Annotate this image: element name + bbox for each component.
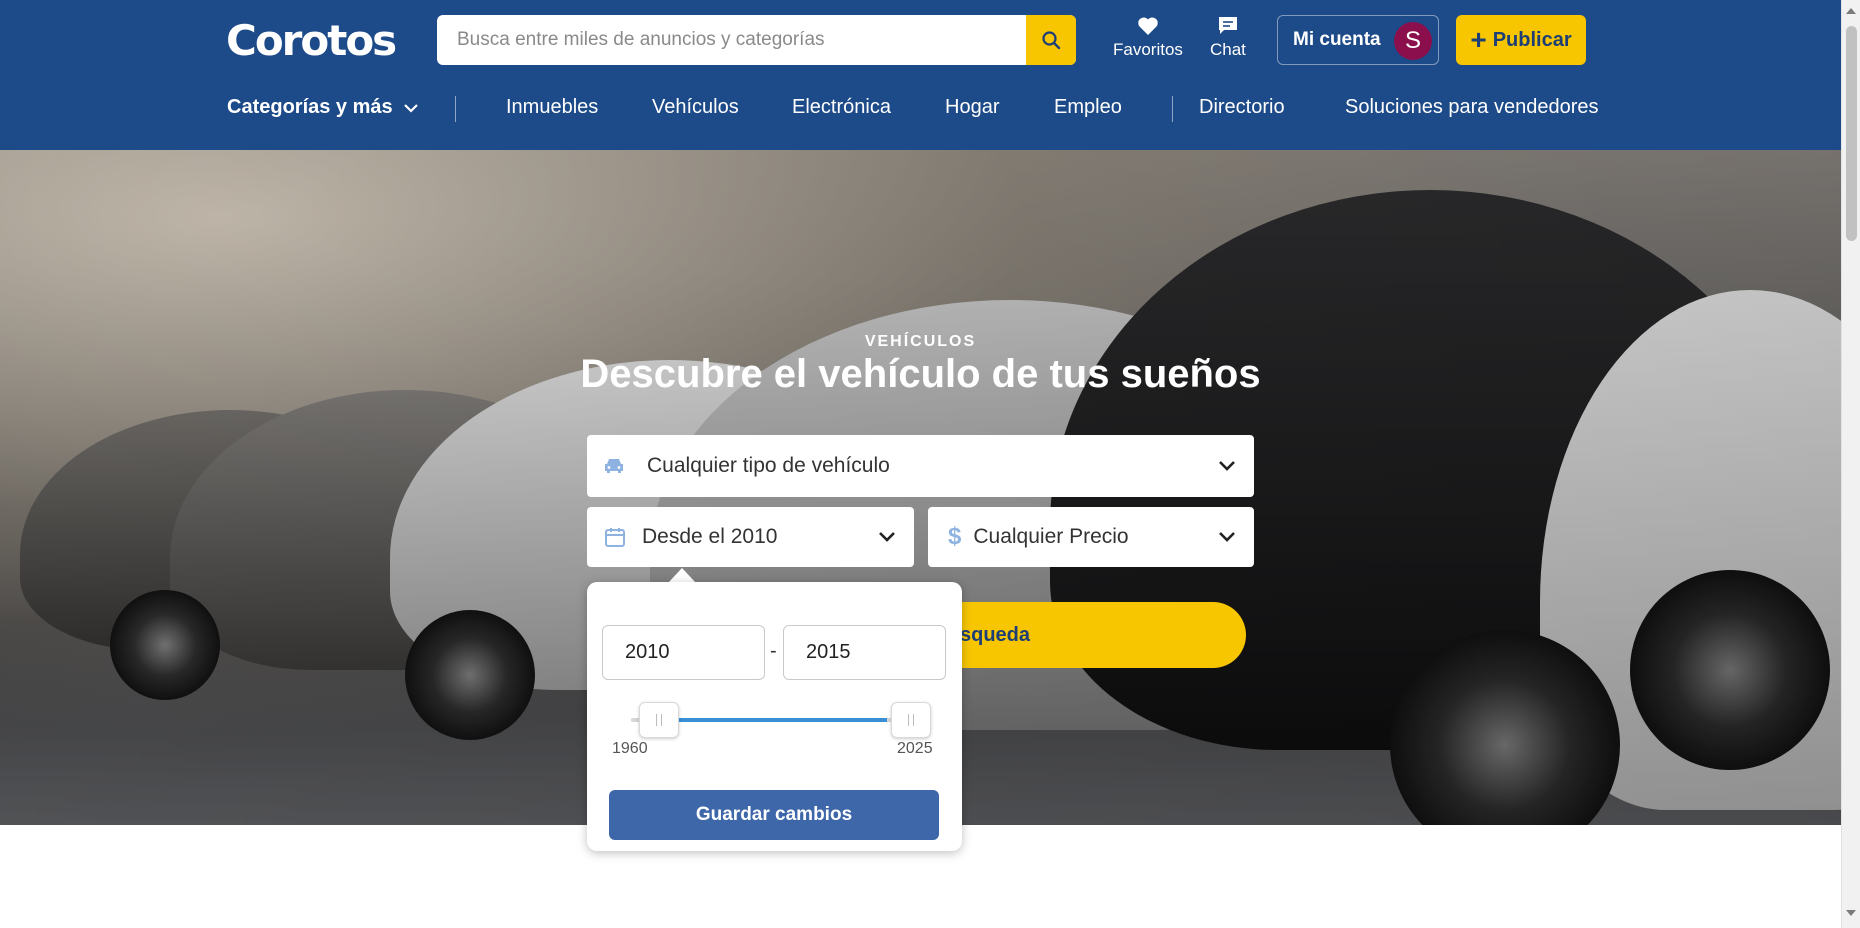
categories-dropdown[interactable]: Categorías y más [227, 96, 419, 119]
favorites-label: Favoritos [1113, 40, 1183, 59]
nav-divider [1172, 96, 1173, 122]
range-separator: - [770, 640, 777, 662]
year-filter-value: Desde el 2010 [642, 525, 778, 548]
scroll-up-arrow-icon[interactable] [1846, 8, 1856, 14]
search-icon [1042, 31, 1061, 50]
slider-fill [659, 718, 887, 722]
price-filter-select[interactable]: $ Cualquier Precio [928, 507, 1254, 567]
categories-label: Categorías y más [227, 96, 393, 118]
year-filter-select[interactable]: Desde el 2010 [587, 507, 914, 567]
chevron-down-icon [879, 532, 895, 542]
publish-label: Publicar [1492, 28, 1572, 51]
scroll-down-arrow-icon[interactable] [1846, 910, 1856, 916]
hero-kicker: VEHÍCULOS [864, 333, 977, 350]
save-changes-button[interactable]: Guardar cambios [609, 790, 939, 840]
nav-item-vehiculos[interactable]: Vehículos [652, 96, 739, 119]
nav-item-inmuebles[interactable]: Inmuebles [506, 96, 598, 119]
favorites-link[interactable]: Favoritos [1113, 14, 1183, 60]
main-nav: Categorías y más Inmuebles Vehículos Ele… [0, 96, 1841, 132]
range-max-label: 2025 [897, 740, 933, 757]
avatar: S [1394, 22, 1432, 60]
scroll-thumb[interactable] [1846, 26, 1857, 241]
popover-caret [668, 568, 696, 583]
calendar-icon [605, 528, 625, 547]
search-button[interactable] [1026, 15, 1076, 65]
page-scrollbar[interactable] [1841, 0, 1860, 928]
chat-label: Chat [1210, 40, 1246, 59]
car-icon [605, 459, 623, 473]
nav-divider [455, 96, 456, 122]
chat-icon [1218, 17, 1237, 34]
price-filter-value: Cualquier Precio [973, 525, 1129, 548]
chat-link[interactable]: Chat [1210, 14, 1246, 60]
year-to-input[interactable] [783, 625, 946, 680]
heart-icon [1138, 17, 1158, 35]
nav-item-soluciones[interactable]: Soluciones para vendedores [1345, 96, 1599, 119]
slider-handle-min[interactable] [639, 702, 679, 738]
year-from-input[interactable] [602, 625, 765, 680]
vehicle-type-value: Cualquier tipo de vehículo [647, 454, 890, 477]
hero-title: Descubre el vehículo de tus sueños [580, 352, 1261, 396]
nav-item-directorio[interactable]: Directorio [1199, 96, 1285, 119]
account-label: Mi cuenta [1293, 29, 1381, 50]
plus-icon: + [1470, 24, 1487, 55]
dollar-icon: $ [948, 523, 962, 550]
nav-item-empleo[interactable]: Empleo [1054, 96, 1122, 119]
chevron-down-icon [1219, 532, 1235, 542]
chevron-down-icon [1219, 461, 1235, 471]
publish-button[interactable]: + Publicar [1456, 15, 1586, 65]
corotos-logo[interactable]: Corotos [226, 16, 397, 65]
range-min-label: 1960 [612, 740, 648, 757]
nav-item-electronica[interactable]: Electrónica [792, 96, 891, 119]
nav-item-hogar[interactable]: Hogar [945, 96, 999, 119]
year-range-slider[interactable] [631, 702, 931, 738]
page: Corotos Favoritos Chat Mi cuenta S + Pub… [0, 0, 1860, 928]
search-bar [437, 15, 1076, 65]
account-button[interactable]: Mi cuenta S [1277, 15, 1439, 65]
year-range-popover: - 1960 2025 Guardar cambios [587, 582, 962, 851]
chevron-down-icon [403, 103, 418, 113]
search-input[interactable] [437, 15, 1026, 65]
top-header: Corotos Favoritos Chat Mi cuenta S + Pub… [0, 0, 1841, 150]
vehicle-type-select[interactable]: Cualquier tipo de vehículo [587, 435, 1254, 497]
slider-handle-max[interactable] [891, 702, 931, 738]
